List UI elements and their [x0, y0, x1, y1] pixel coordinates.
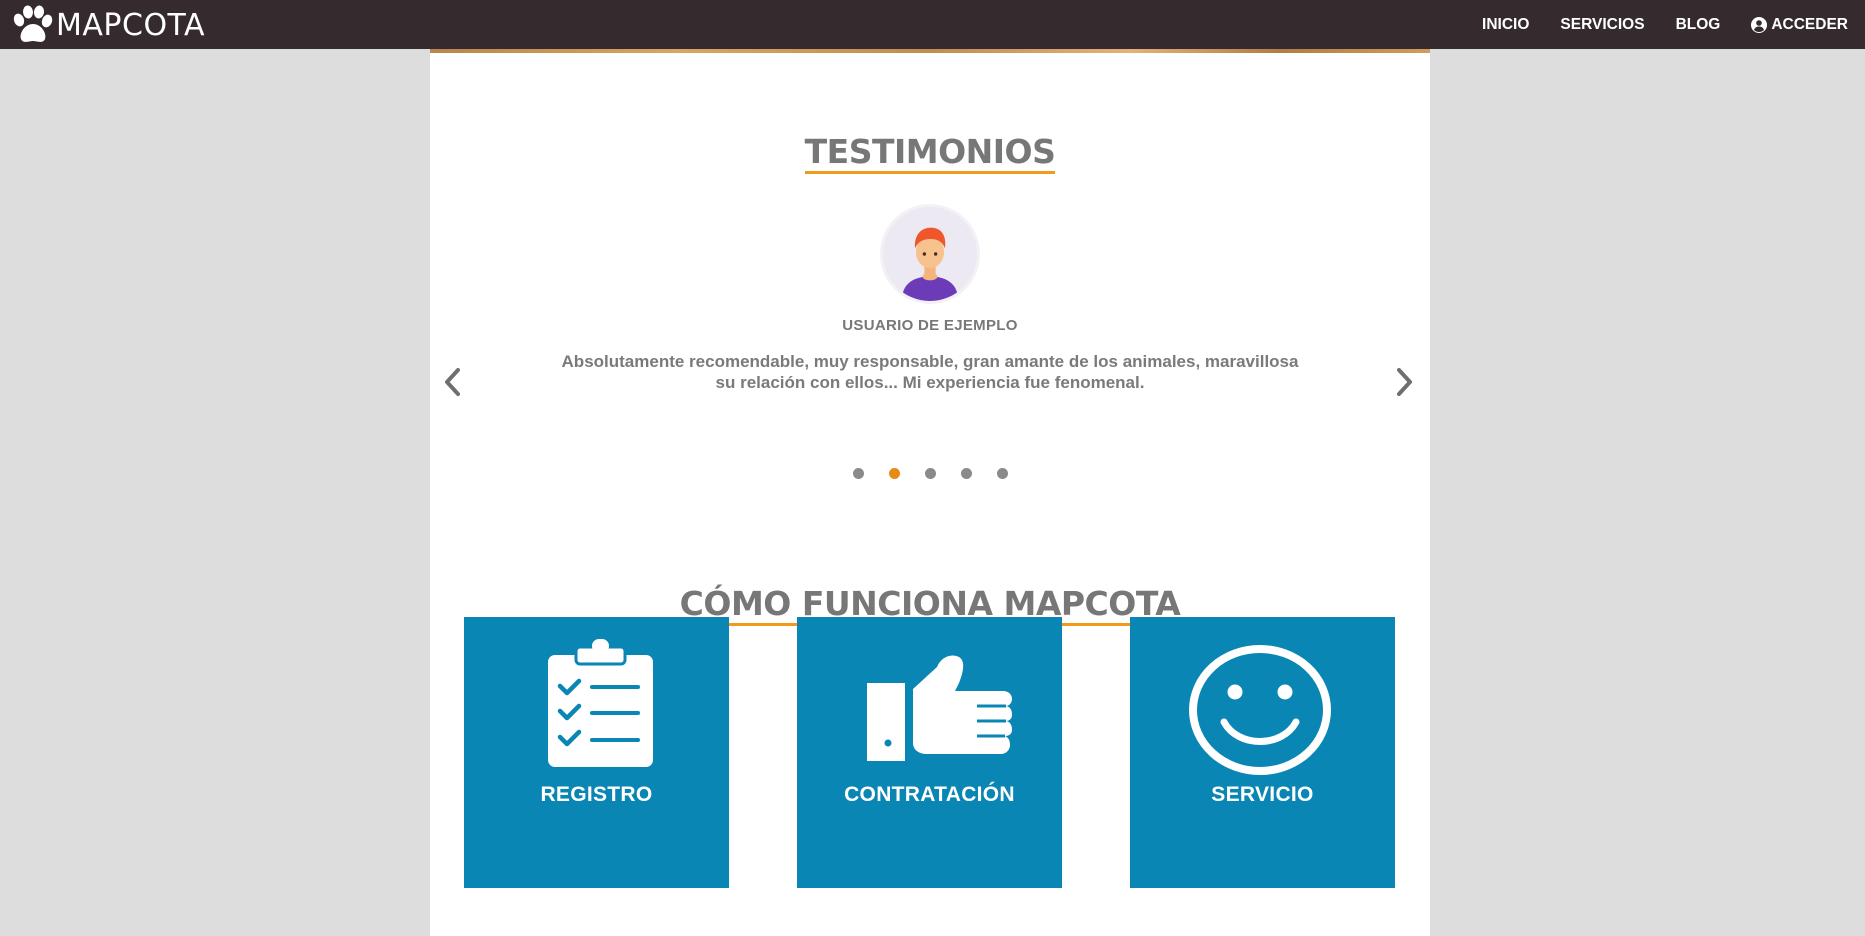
- carousel-dot-4[interactable]: [960, 468, 972, 479]
- step-servicio[interactable]: SERVICIO: [1130, 617, 1395, 888]
- nav-servicios[interactable]: SERVICIOS: [1560, 16, 1644, 34]
- carousel-prev-button[interactable]: [441, 365, 465, 399]
- steps-grid: REGISTRO CONTRATACIÓN SERVICIO: [464, 617, 1396, 888]
- chevron-left-icon: [445, 368, 460, 396]
- main-content: TESTIMONIOS USUARIO DE EJEMPLO Absolutam…: [430, 49, 1430, 936]
- nav-blog-label: BLOG: [1675, 15, 1721, 33]
- brand-logo[interactable]: MAPCOTA: [11, 5, 205, 45]
- clipboard-checklist-icon: [548, 639, 653, 767]
- brand-name: MAPCOTA: [56, 7, 206, 43]
- nav-acceder-label: ACCEDER: [1771, 15, 1848, 33]
- nav-acceder[interactable]: ACCEDER: [1751, 16, 1848, 34]
- user-avatar-icon: [883, 207, 977, 301]
- carousel-next-button[interactable]: [1392, 365, 1416, 399]
- paw-icon: [13, 5, 53, 42]
- thumbs-up-icon: [867, 655, 1012, 761]
- testimonials-title: TESTIMONIOS: [804, 133, 1056, 174]
- nav-servicios-label: SERVICIOS: [1560, 15, 1645, 33]
- nav-blog[interactable]: BLOG: [1676, 16, 1721, 34]
- testimonial-author: USUARIO DE EJEMPLO: [842, 317, 1018, 334]
- nav-inicio[interactable]: INICIO: [1482, 16, 1529, 34]
- top-navbar: MAPCOTA INICIO SERVICIOS BLOG ACCEDER: [0, 0, 1865, 49]
- chevron-right-icon: [1397, 368, 1412, 396]
- step-registro-label: REGISTRO: [540, 783, 653, 806]
- nav-menu: INICIO SERVICIOS BLOG ACCEDER: [1451, 0, 1848, 49]
- step-servicio-label: SERVICIO: [1211, 783, 1314, 806]
- hero-banner-edge: [430, 49, 1430, 53]
- carousel-dot-5[interactable]: [996, 468, 1008, 479]
- carousel-indicators: [430, 468, 1430, 479]
- step-contratacion-label: CONTRATACIÓN: [844, 783, 1015, 806]
- testimonials-heading: TESTIMONIOS: [430, 133, 1430, 174]
- user-circle-icon: [1751, 16, 1768, 33]
- testimonial-quote: Absolutamente recomendable, muy responsa…: [561, 352, 1299, 392]
- testimonial-avatar: [880, 204, 980, 304]
- smiley-face-icon: [1189, 645, 1331, 775]
- carousel-dot-2[interactable]: [888, 468, 900, 479]
- nav-inicio-label: INICIO: [1482, 15, 1530, 33]
- carousel-dot-3[interactable]: [924, 468, 936, 479]
- step-registro[interactable]: REGISTRO: [464, 617, 729, 888]
- step-contratacion[interactable]: CONTRATACIÓN: [797, 617, 1062, 888]
- carousel-dot-1[interactable]: [852, 468, 864, 479]
